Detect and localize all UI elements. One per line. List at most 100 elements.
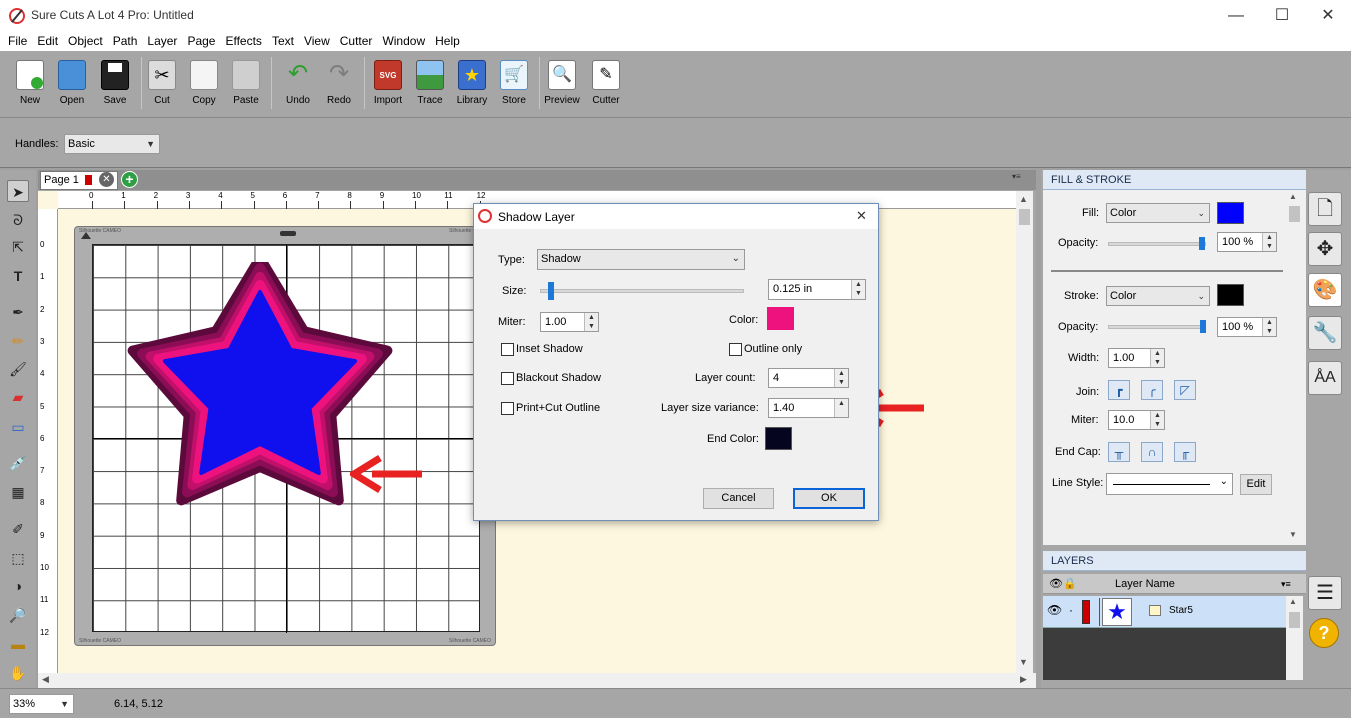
scroll-left-icon[interactable]: ◀ (42, 674, 49, 685)
redo-button[interactable]: ↷ Redo (317, 58, 361, 114)
tab-menu-icon[interactable]: ▾≡ (1012, 172, 1021, 181)
round-cap-icon[interactable]: ∩ (1141, 442, 1163, 462)
paste-button[interactable]: Paste (224, 58, 268, 114)
text-panel-icon[interactable]: ÅA (1308, 361, 1342, 395)
lock-toggle-icon[interactable]: · (1069, 603, 1073, 617)
panel-scrollbar[interactable]: ▲ ▼ (1286, 190, 1303, 545)
knife-tool-icon[interactable]: ✐ (7, 518, 29, 540)
help-icon[interactable]: ? (1309, 618, 1339, 648)
layer-count-input[interactable]: 4 ▲ ▼ (768, 368, 849, 388)
miter-input[interactable]: 10.0 ▲ ▼ (1108, 410, 1165, 430)
round-join-icon[interactable]: ╭ (1141, 380, 1163, 400)
cutter-button[interactable]: ✎ Cutter (584, 58, 628, 114)
cancel-button[interactable]: Cancel (703, 488, 774, 509)
scroll-thumb[interactable] (1289, 612, 1300, 628)
stroke-color-swatch[interactable] (1217, 284, 1244, 306)
scroll-up-icon[interactable]: ▲ (1289, 597, 1297, 606)
miter-join-icon[interactable]: ┏ (1108, 380, 1130, 400)
zoom-tool-icon[interactable]: 🔎 (7, 604, 29, 626)
vertical-scrollbar[interactable]: ▲ ▼ (1016, 191, 1033, 673)
outline-only-checkbox[interactable] (729, 343, 742, 356)
line-style-select[interactable]: ⌄ (1106, 473, 1233, 495)
stroke-opacity-slider[interactable] (1108, 325, 1206, 329)
pen-tool-icon[interactable]: ✒ (7, 301, 29, 323)
menu-help[interactable]: Help (430, 31, 465, 51)
scroll-right-icon[interactable]: ▶ (1020, 674, 1027, 685)
close-window-button[interactable]: ✕ (1305, 0, 1351, 31)
menu-effects[interactable]: Effects (220, 31, 266, 51)
close-page-icon[interactable]: ✕ (99, 172, 114, 187)
dialog-miter-input[interactable]: 1.00 ▲ ▼ (540, 312, 599, 332)
butt-cap-icon[interactable]: ╥ (1108, 442, 1130, 462)
fill-opacity-slider[interactable] (1108, 242, 1206, 246)
scroll-down-icon[interactable]: ▼ (1019, 657, 1028, 667)
stroke-type-select[interactable]: Color ⌄ (1106, 286, 1210, 306)
eraser-tool-icon[interactable]: ▰ (7, 386, 29, 408)
hand-tool-icon[interactable]: ✋ (7, 662, 29, 684)
square-cap-icon[interactable]: ╓ (1174, 442, 1196, 462)
lasso-tool-icon[interactable]: ᘐ (7, 209, 29, 231)
spinner-arrows-icon[interactable]: ▲ ▼ (834, 369, 848, 387)
handles-select[interactable]: Basic ▼ (64, 134, 160, 154)
inset-shadow-checkbox[interactable] (501, 343, 514, 356)
select-tool-icon[interactable]: ➤ (7, 180, 29, 202)
minimize-button[interactable]: — (1213, 0, 1259, 31)
shadow-color-swatch[interactable] (767, 307, 794, 330)
move-panel-icon[interactable]: ✥ (1308, 232, 1342, 266)
document-panel-icon[interactable]: 🗋 (1308, 192, 1342, 226)
shape-tool-icon[interactable]: ▭ (7, 416, 29, 438)
menu-window[interactable]: Window (377, 31, 430, 51)
menu-page[interactable]: Page (182, 31, 220, 51)
stroke-opacity-thumb[interactable] (1200, 320, 1206, 333)
scroll-down-icon[interactable]: ▼ (1289, 530, 1297, 539)
measure-tool-icon[interactable]: ▬ (7, 633, 29, 655)
scroll-up-icon[interactable]: ▲ (1019, 194, 1028, 204)
layer-color-swatch[interactable] (1082, 600, 1090, 624)
size-slider-thumb[interactable] (548, 282, 555, 300)
stroke-opacity-input[interactable]: 100 % ▲ ▼ (1217, 317, 1277, 337)
layer-row[interactable]: 👁 · ★ Star5 (1043, 596, 1286, 628)
scroll-thumb[interactable] (1289, 206, 1300, 222)
spinner-arrows-icon[interactable]: ▲ ▼ (851, 280, 865, 299)
ok-button[interactable]: OK (793, 488, 865, 509)
add-page-icon[interactable]: + (121, 171, 138, 188)
spinner-arrows-icon[interactable]: ▲ ▼ (584, 313, 598, 331)
brush-tool-icon[interactable]: 🖌 (7, 358, 29, 380)
scroll-thumb[interactable] (1019, 209, 1030, 225)
end-color-swatch[interactable] (765, 427, 792, 450)
node-edit-tool-icon[interactable]: ⇱ (7, 236, 29, 258)
menu-object[interactable]: Object (63, 31, 108, 51)
menu-file[interactable]: File (0, 31, 32, 51)
fill-opacity-input[interactable]: 100 % ▲ ▼ (1217, 232, 1277, 252)
shadow-type-select[interactable]: Shadow ⌄ (537, 249, 745, 270)
spinner-arrows-icon[interactable]: ▲ ▼ (1262, 318, 1276, 336)
width-input[interactable]: 1.00 ▲ ▼ (1108, 348, 1165, 368)
horizontal-scrollbar[interactable]: ◀ ▶ (38, 673, 1036, 688)
visibility-eye-icon[interactable]: 👁 (1047, 603, 1062, 617)
eyedropper-tool-icon[interactable]: 💉 (7, 452, 29, 474)
spinner-arrows-icon[interactable]: ▲ ▼ (1262, 233, 1276, 251)
store-button[interactable]: 🛒 Store (492, 58, 536, 114)
pencil-tool-icon[interactable]: ✏ (7, 330, 29, 352)
fill-opacity-thumb[interactable] (1199, 237, 1205, 250)
gradient-tool-icon[interactable]: ▦ (7, 481, 29, 503)
text-tool-icon[interactable]: T (7, 265, 29, 287)
wrench-panel-icon[interactable]: 🔧 (1308, 316, 1342, 350)
spinner-arrows-icon[interactable]: ▲ ▼ (1150, 411, 1164, 429)
rotate-tool-icon[interactable]: ◑ (7, 575, 29, 597)
edit-line-style-button[interactable]: Edit (1240, 474, 1272, 495)
size-input[interactable]: 0.125 in ▲ ▼ (768, 279, 866, 300)
spinner-arrows-icon[interactable]: ▲ ▼ (1150, 349, 1164, 367)
bevel-join-icon[interactable]: ◸ (1174, 380, 1196, 400)
menu-path[interactable]: Path (108, 31, 143, 51)
menu-text[interactable]: Text (267, 31, 299, 51)
scroll-up-icon[interactable]: ▲ (1289, 192, 1297, 201)
print-cut-outline-checkbox[interactable] (501, 402, 514, 415)
save-button[interactable]: Save (93, 58, 137, 114)
fill-type-select[interactable]: Color ⌄ (1106, 203, 1210, 223)
layers-menu-icon[interactable]: ▾≡ (1281, 574, 1291, 594)
menu-view[interactable]: View (299, 31, 335, 51)
layers-panel-icon[interactable]: ☰ (1308, 576, 1342, 610)
dialog-close-button[interactable]: ✕ (856, 208, 867, 224)
maximize-button[interactable]: ☐ (1259, 0, 1305, 31)
